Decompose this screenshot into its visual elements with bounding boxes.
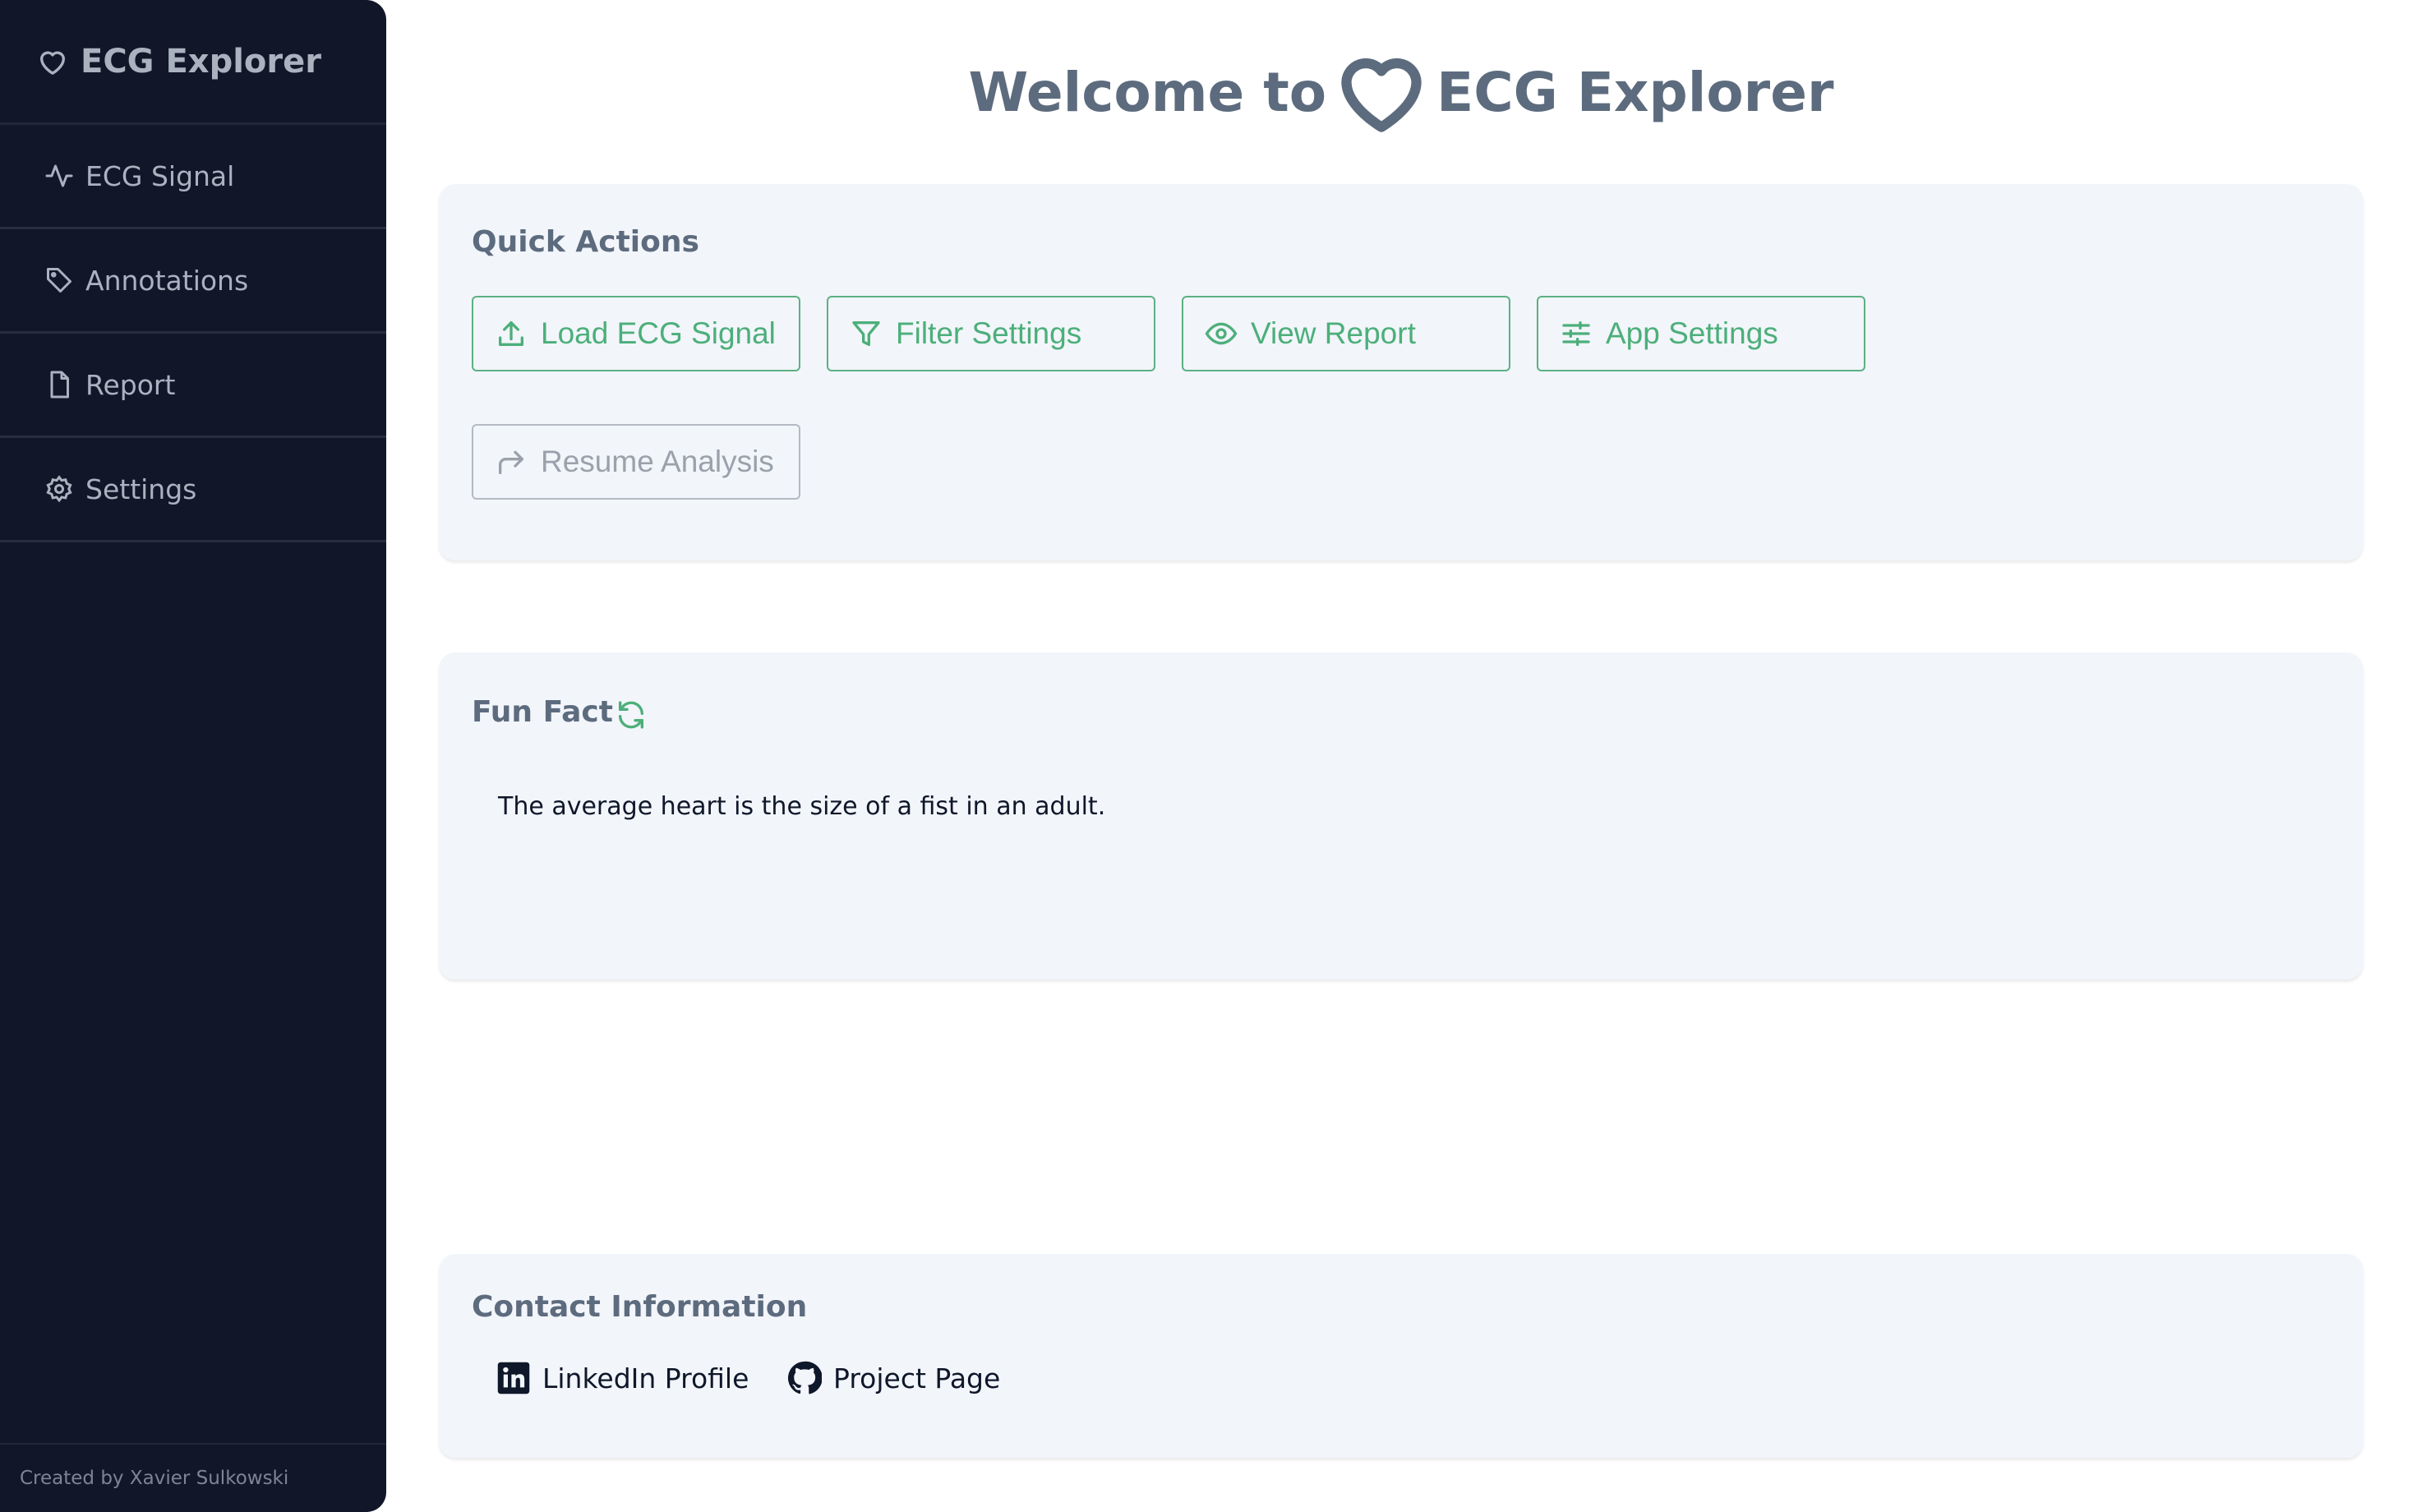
sidebar-footer: Created by Xavier Sulkowski [0,1443,386,1512]
button-label: View Report [1251,316,1416,350]
tag-icon [47,268,71,293]
fun-fact-text: The average heart is the size of a fist … [498,792,1106,821]
button-label: Load ECG Signal [541,316,776,350]
title-suffix: ECG Explorer [1436,60,1834,124]
load-ecg-signal-button[interactable]: Load ECG Signal [472,296,800,371]
fun-fact-title: Fun Fact [472,695,613,729]
filter-icon [852,321,880,346]
app-title: ECG Explorer [81,42,321,81]
activity-icon [45,164,73,187]
sidebar-item-report[interactable]: Report [0,334,386,438]
contact-title: Contact Information [472,1290,808,1324]
eye-icon [1205,322,1238,345]
forward-arrow-icon [499,450,523,474]
gear-icon [46,475,72,503]
github-icon [787,1361,822,1394]
sidebar: ECG Explorer ECG Signal Annotations Repo… [0,0,386,1512]
fun-fact-card: Fun Fact The average heart is the size o… [439,652,2363,980]
linkedin-link[interactable]: LinkedIn Profile [496,1361,749,1395]
linkedin-icon [497,1362,530,1394]
heart-icon [1341,58,1422,132]
sidebar-item-label: Annotations [85,264,249,297]
quick-actions-title: Quick Actions [472,225,699,259]
link-label: LinkedIn Profile [542,1362,749,1394]
page-title: Welcome to ECG Explorer [386,43,2416,141]
button-label: App Settings [1606,316,1778,350]
quick-actions-card: Quick Actions Load ECG Signal Filter Set… [439,184,2363,560]
refresh-icon[interactable] [615,698,648,731]
link-label: Project Page [833,1362,1001,1394]
sidebar-item-annotations[interactable]: Annotations [0,229,386,334]
title-prefix: Welcome to [968,60,1327,124]
sidebar-item-label: Report [85,368,176,401]
sidebar-item-label: Settings [85,472,197,505]
file-icon [50,371,69,399]
button-label: Filter Settings [896,316,1082,350]
sidebar-item-label: ECG Signal [85,159,235,192]
sliders-icon [1562,321,1590,346]
filter-settings-button[interactable]: Filter Settings [827,296,1155,371]
view-report-button[interactable]: View Report [1182,296,1510,371]
upload-icon [499,321,523,346]
resume-analysis-button[interactable]: Resume Analysis [472,424,800,500]
app-settings-button[interactable]: App Settings [1537,296,1865,371]
button-label: Resume Analysis [541,445,774,478]
sidebar-item-settings[interactable]: Settings [0,438,386,542]
sidebar-header: ECG Explorer [0,0,386,125]
contact-card: Contact Information LinkedIn Profile Pro… [439,1254,2363,1458]
project-page-link[interactable]: Project Page [787,1361,1000,1395]
sidebar-item-ecg-signal[interactable]: ECG Signal [0,125,386,229]
heart-icon [40,51,66,75]
